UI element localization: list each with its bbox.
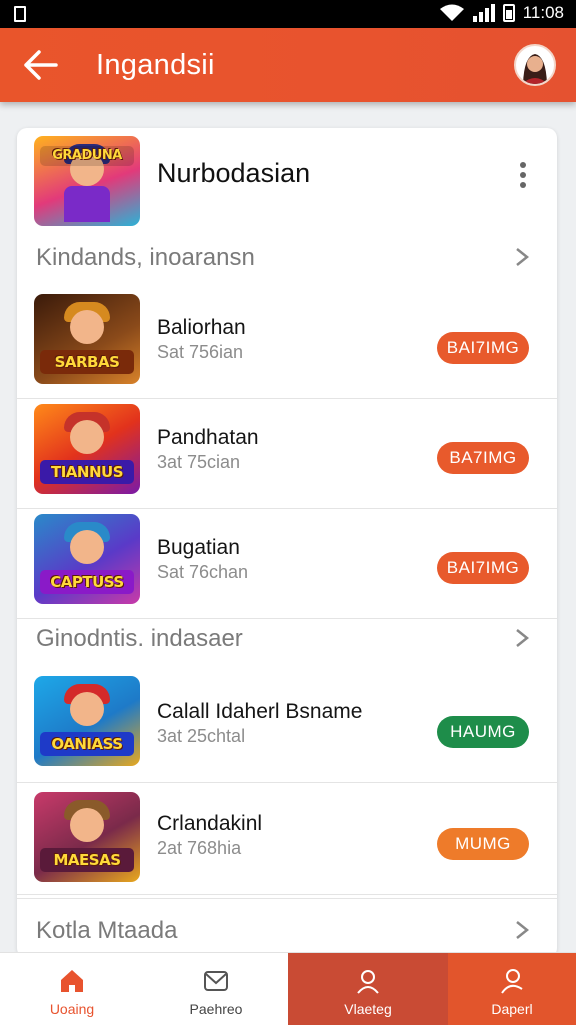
game-title: Bugatian [157, 536, 240, 559]
section-title: Kindands, inoaransn [36, 244, 255, 271]
mail-icon [204, 971, 228, 991]
home-icon [61, 970, 83, 992]
list-item[interactable]: OANIASS Calall Idaherl Bsname 3at 25chta… [17, 672, 557, 783]
avatar[interactable] [514, 44, 556, 86]
game-meta: 2at 768hia [157, 838, 242, 858]
tab-label: Paehreo [189, 1001, 243, 1017]
game-thumbnail: OANIASS [34, 676, 140, 766]
back-arrow-icon[interactable] [22, 48, 60, 82]
game-meta: 3at 75cian [157, 452, 241, 472]
featured-thumbnail: GRADUNA [34, 136, 140, 226]
featured-title: Nurbodasian [157, 158, 311, 188]
game-title: Pandhatan [157, 426, 259, 449]
tab-messages[interactable]: Paehreo [144, 953, 288, 1025]
game-banner: TIANNUS [40, 460, 134, 484]
game-banner: SARBAS [40, 350, 134, 374]
action-button[interactable]: HAUMG [437, 716, 529, 748]
section-header[interactable]: Kindands, inoaransn [17, 228, 557, 288]
tab-label: Daperl [491, 1001, 533, 1017]
section-header[interactable]: Kotla Mtaada [17, 898, 557, 958]
game-banner: MAESAS [40, 848, 134, 872]
tab-label: Vlaeteg [344, 1001, 392, 1017]
game-banner: CAPTUSS [40, 570, 134, 594]
tab-account[interactable]: Vlaeteg [288, 953, 448, 1025]
signal-icon [472, 4, 495, 22]
app-bar: Ingandsii [0, 28, 576, 102]
game-meta: Sat 76chan [157, 562, 249, 582]
battery-icon [502, 4, 515, 22]
game-thumbnail: SARBAS [34, 294, 140, 384]
chevron-right-icon [516, 248, 530, 266]
action-button[interactable]: BA7IMG [437, 442, 529, 474]
status-time: 11:08 [522, 3, 564, 22]
status-bar: 11:08 [0, 0, 576, 28]
action-button[interactable]: MUMG [437, 828, 529, 860]
game-title: Crlandakinl [157, 812, 263, 835]
user-icon [357, 970, 379, 994]
action-button[interactable]: BAI7IMG [437, 332, 529, 364]
more-options-icon[interactable] [515, 162, 531, 192]
featured-banner: GRADUNA [40, 146, 134, 166]
sim-icon [14, 6, 26, 22]
tab-home[interactable]: Uoaing [0, 953, 144, 1025]
section-title: Ginodntis. indasaer [36, 625, 243, 652]
game-meta: Sat 756ian [157, 342, 244, 362]
game-title: Calall Idaherl Bsname [157, 700, 363, 723]
chevron-right-icon [516, 921, 530, 939]
list-item[interactable]: MAESAS Crlandakinl 2at 768hia MUMG [17, 784, 557, 895]
list-item[interactable]: TIANNUS Pandhatan 3at 75cian BA7IMG [17, 398, 557, 509]
tab-profile[interactable]: Daperl [448, 953, 576, 1025]
list-item[interactable]: CAPTUSS Bugatian Sat 76chan BAI7IMG [17, 508, 557, 619]
game-thumbnail: MAESAS [34, 792, 140, 882]
section-header[interactable]: Ginodntis. indasaer [17, 609, 557, 669]
game-banner: OANIASS [40, 732, 134, 756]
page-title: Ingandsii [96, 49, 215, 81]
game-thumbnail: TIANNUS [34, 404, 140, 494]
game-meta: 3at 25chtal [157, 726, 246, 746]
section-title: Kotla Mtaada [36, 917, 178, 944]
bottom-nav: Uoaing Paehreo Vlaeteg Daperl [0, 952, 576, 1025]
list-item[interactable]: SARBAS Baliorhan Sat 756ian BAI7IMG [17, 288, 557, 399]
game-thumbnail: CAPTUSS [34, 514, 140, 604]
tab-label: Uoaing [49, 1001, 95, 1017]
profile-icon [501, 969, 523, 994]
game-title: Baliorhan [157, 316, 246, 339]
chevron-right-icon [516, 629, 530, 647]
game-list-card: GRADUNA Nurbodasian Kindands, inoaransn … [17, 128, 557, 958]
wifi-icon [439, 4, 464, 21]
action-button[interactable]: BAI7IMG [437, 552, 529, 584]
